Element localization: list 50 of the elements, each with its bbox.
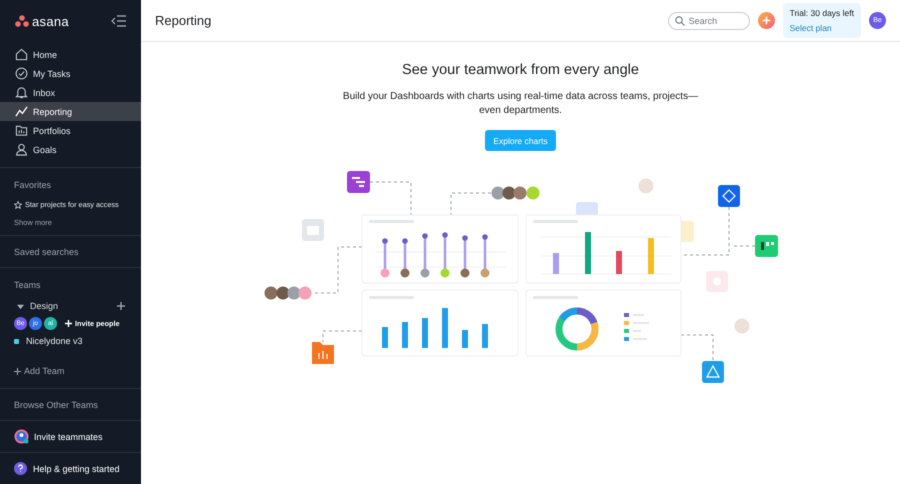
add-team-link[interactable]: Add Team — [14, 366, 127, 376]
home-icon — [15, 48, 28, 61]
person-icon — [15, 143, 28, 156]
nav-item[interactable]: Home — [0, 45, 141, 64]
search-field[interactable]: Search — [668, 12, 750, 30]
browse-teams-link[interactable]: Browse Other Teams — [14, 400, 127, 410]
help-link[interactable]: Help & getting started — [0, 453, 141, 484]
help-icon — [14, 462, 27, 475]
avatar-drawing — [734, 318, 749, 334]
avatar-group-drawing — [264, 286, 311, 300]
search-icon — [674, 16, 685, 26]
saved-searches-link[interactable]: Saved searches — [14, 247, 127, 257]
section-heading: Favorites — [14, 180, 52, 190]
dashed-connector — [322, 330, 362, 342]
calendar-icon — [302, 219, 324, 241]
avatar-drawing — [638, 178, 653, 194]
people-icon — [14, 429, 29, 444]
board-icon — [754, 235, 778, 257]
hero-description: Build your Dashboards with charts using real-time data across teams, projects—even departments. — [342, 90, 700, 118]
check-circle-icon — [15, 67, 28, 80]
nav-item[interactable]: Portfolios — [0, 121, 141, 140]
plus-icon — [65, 320, 72, 327]
nav-item[interactable]: Reporting — [0, 102, 141, 121]
plus-icon[interactable] — [117, 302, 125, 310]
collapse-sidebar-icon[interactable] — [111, 15, 127, 27]
section-heading: Teams — [14, 280, 42, 290]
project-link[interactable]: Nicelydone v3 — [26, 336, 83, 346]
caret-icon[interactable] — [17, 302, 24, 310]
dashed-connector — [450, 192, 491, 216]
dashed-connector — [680, 334, 713, 362]
bell-icon — [15, 86, 28, 99]
trial-status: Trial: 30 days left — [790, 8, 854, 18]
nav-item[interactable]: My Tasks — [0, 64, 141, 83]
hero-heading: See your teamwork from every angle — [402, 62, 639, 78]
line-chart-icon — [15, 105, 28, 118]
avatar-group-drawing — [491, 186, 539, 200]
plus-icon — [14, 368, 21, 374]
dashed-connector — [313, 246, 362, 294]
invite-teammates-button[interactable]: Invite teammates — [14, 429, 127, 444]
select-plan-link[interactable]: Select plan — [790, 23, 854, 33]
nav-item[interactable]: Inbox — [0, 83, 141, 102]
timeline-icon — [346, 171, 370, 193]
team-name[interactable]: Design — [30, 301, 58, 311]
page-title: Reporting — [155, 13, 212, 28]
folder-chart-icon — [312, 342, 334, 364]
logo-icon — [15, 15, 29, 27]
dashed-connector — [369, 182, 411, 216]
add-button[interactable] — [758, 12, 775, 29]
logo-text: asana — [32, 14, 69, 28]
nav-item[interactable]: Goals — [0, 140, 141, 159]
